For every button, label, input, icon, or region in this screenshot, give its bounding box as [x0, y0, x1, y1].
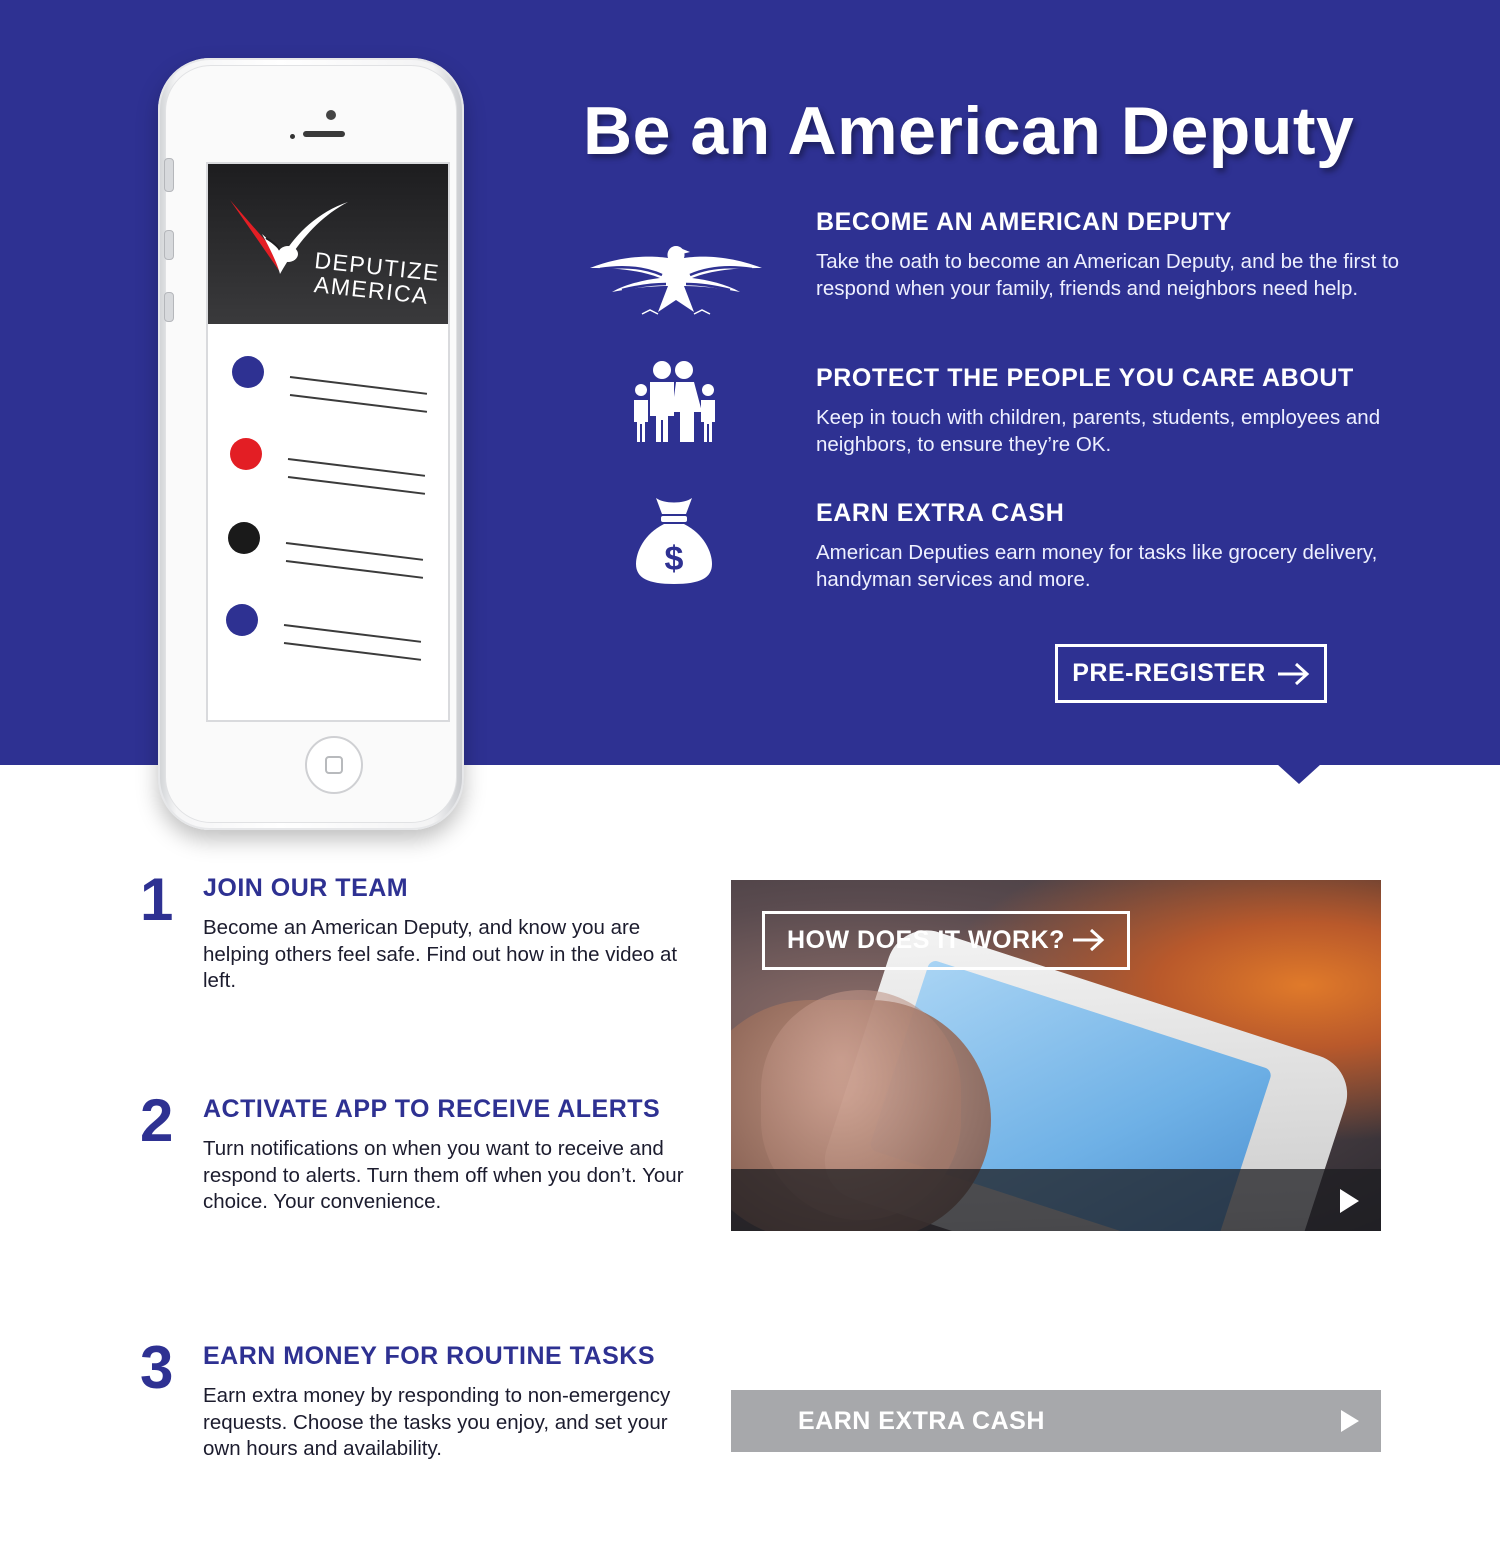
list-item-line	[287, 476, 426, 495]
list-item-line	[283, 642, 422, 661]
phone-volume-down	[164, 292, 174, 322]
step-heading: JOIN OUR TEAM	[203, 874, 409, 902]
step-text: Become an American Deputy, and know you …	[203, 916, 678, 992]
feature-text: Keep in touch with children, parents, st…	[816, 406, 1381, 456]
list-item-line	[289, 376, 428, 395]
phone-mute-switch	[164, 158, 174, 192]
step-number: 2	[140, 1087, 174, 1154]
feature-heading: PROTECT THE PEOPLE YOU CARE ABOUT	[816, 364, 1354, 392]
app-header: DEPUTIZE AMERICA	[208, 164, 448, 324]
pre-register-label: PRE-REGISTER	[1072, 659, 1266, 687]
arrow-right-icon	[1073, 928, 1105, 952]
how-does-it-work-label: HOW DOES IT WORK?	[787, 926, 1065, 954]
step-heading: ACTIVATE APP TO RECEIVE ALERTS	[203, 1095, 661, 1123]
phone-volume-up	[164, 230, 174, 260]
feature-heading: BECOME AN AMERICAN DEPUTY	[816, 208, 1232, 236]
phone-sensor	[290, 134, 295, 139]
hero-notch	[1277, 764, 1321, 784]
list-item-dot	[232, 356, 264, 388]
family-icon	[634, 361, 715, 442]
phone-speaker	[303, 131, 345, 137]
svg-text:$: $	[665, 540, 684, 578]
list-item-dot	[226, 604, 258, 636]
step-text: Earn extra money by responding to non-em…	[203, 1384, 671, 1460]
earn-extra-cash-button[interactable]: EARN EXTRA CASH	[731, 1390, 1381, 1452]
list-item-line	[287, 458, 426, 477]
step-text: Turn notifications on when you want to r…	[203, 1137, 684, 1213]
list-item-line	[283, 624, 422, 643]
phone-camera	[326, 110, 336, 120]
how-does-it-work-button[interactable]: HOW DOES IT WORK?	[762, 911, 1130, 970]
list-item-dot	[230, 438, 262, 470]
play-icon	[1341, 1410, 1359, 1432]
video-control-bar	[731, 1169, 1381, 1231]
list-item-line	[285, 560, 424, 579]
phone-screen: DEPUTIZE AMERICA	[206, 162, 450, 722]
eagle-star-icon	[590, 246, 762, 315]
list-item-line	[285, 542, 424, 561]
play-icon[interactable]	[1340, 1189, 1359, 1213]
hero-title: Be an American Deputy	[583, 93, 1355, 169]
list-item-dot	[228, 522, 260, 554]
arrow-right-icon	[1277, 662, 1309, 685]
list-item-line	[289, 394, 428, 413]
feature-become-deputy: BECOME AN AMERICAN DEPUTY Take the oath …	[816, 208, 1416, 302]
video-player[interactable]: HOW DOES IT WORK?	[731, 880, 1381, 1231]
step-heading: EARN MONEY FOR ROUTINE TASKS	[203, 1342, 655, 1370]
pre-register-button[interactable]: PRE-REGISTER	[1055, 644, 1327, 703]
feature-protect-people: PROTECT THE PEOPLE YOU CARE ABOUT Keep i…	[816, 364, 1416, 458]
money-bag-icon: $	[636, 498, 712, 584]
feature-text: Take the oath to become an American Depu…	[816, 250, 1400, 300]
earn-extra-cash-label: EARN EXTRA CASH	[798, 1406, 1045, 1435]
phone-home-button	[305, 736, 363, 794]
feature-heading: EARN EXTRA CASH	[816, 499, 1065, 527]
step-number: 1	[140, 866, 174, 933]
feature-earn-cash: EARN EXTRA CASH American Deputies earn m…	[816, 499, 1416, 593]
feature-text: American Deputies earn money for tasks l…	[816, 541, 1378, 591]
step-number: 3	[140, 1334, 174, 1401]
